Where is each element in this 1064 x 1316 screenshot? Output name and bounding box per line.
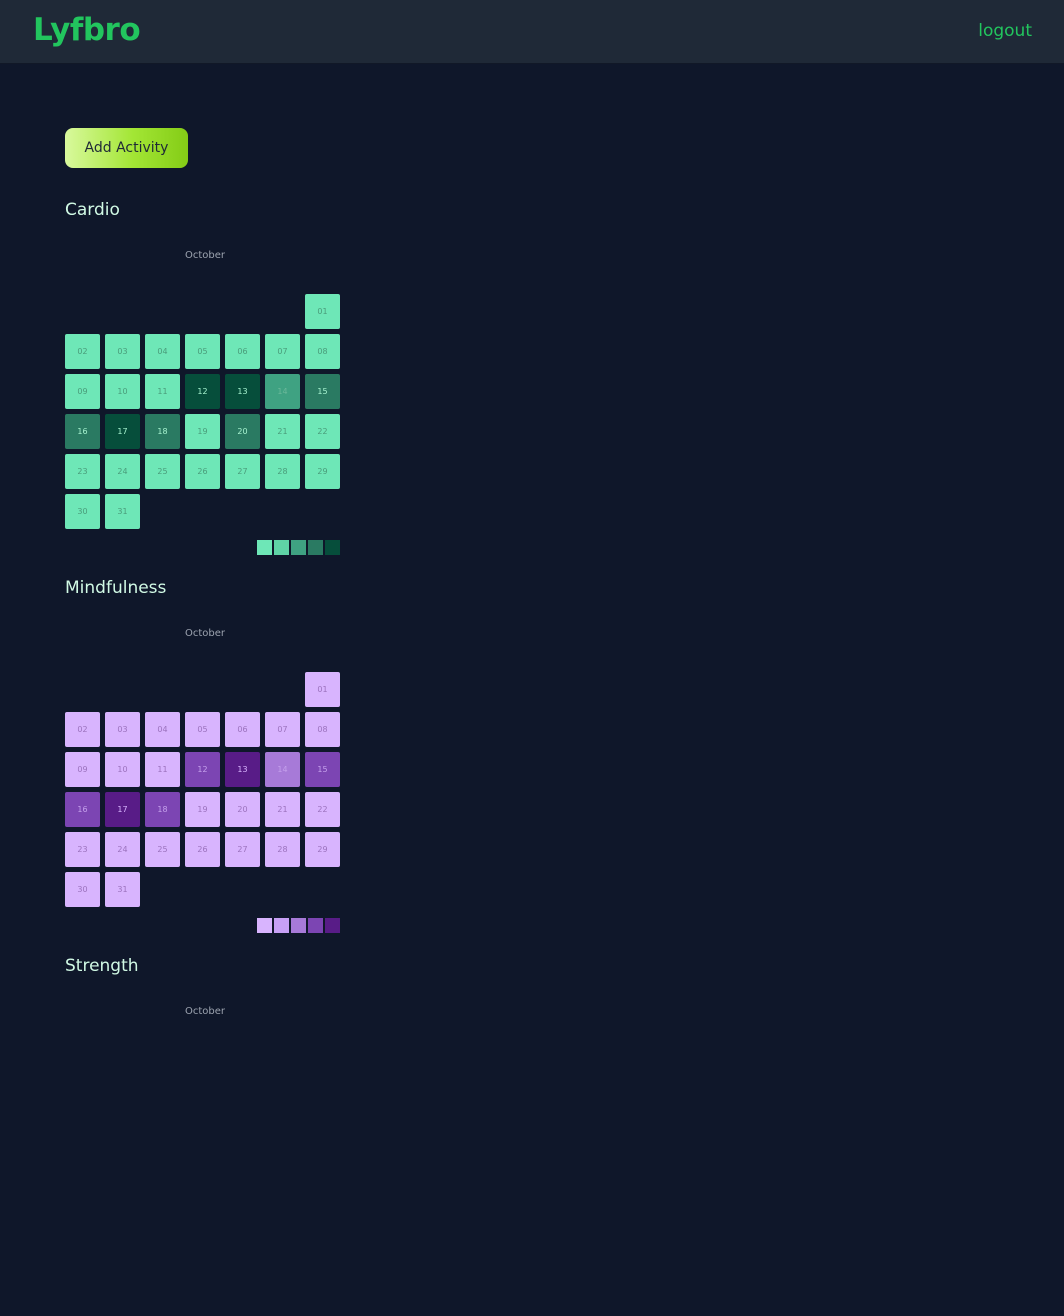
day-cell[interactable]: 03 [105, 712, 140, 747]
section-title: Cardio [65, 200, 120, 220]
section-title: Mindfulness [65, 578, 167, 598]
day-cell[interactable]: 03 [105, 334, 140, 369]
day-cell[interactable]: 13 [225, 752, 260, 787]
day-cell[interactable]: 07 [265, 334, 300, 369]
day-cell[interactable]: 17 [105, 792, 140, 827]
day-cell[interactable]: 15 [305, 374, 340, 409]
day-cell[interactable]: 02 [65, 334, 100, 369]
day-cell[interactable]: 21 [265, 792, 300, 827]
add-activity-button[interactable]: Add Activity [65, 128, 188, 168]
day-cell[interactable]: 30 [65, 494, 100, 529]
day-cell[interactable]: 30 [65, 872, 100, 907]
day-cell[interactable]: 06 [225, 334, 260, 369]
legend-swatch [274, 540, 289, 555]
day-cell[interactable]: 05 [185, 334, 220, 369]
day-cell[interactable]: 10 [105, 374, 140, 409]
legend-swatch [291, 918, 306, 933]
section-title: Strength [65, 956, 139, 976]
legend-swatch [274, 918, 289, 933]
day-cell[interactable]: 26 [185, 832, 220, 867]
legend-swatch [325, 918, 340, 933]
section-mindfulness: Mindfulness October 01 02 03 04 05 06 07 08 09 10 11… [65, 578, 465, 938]
day-cell[interactable]: 07 [265, 712, 300, 747]
day-cell[interactable]: 05 [185, 712, 220, 747]
day-cell[interactable]: 09 [65, 374, 100, 409]
day-cell[interactable]: 08 [305, 334, 340, 369]
day-cell[interactable]: 13 [225, 374, 260, 409]
month-label: October [185, 628, 226, 639]
day-cell[interactable]: 18 [145, 414, 180, 449]
logout-link[interactable]: logout [978, 21, 1032, 41]
day-cell[interactable]: 20 [225, 414, 260, 449]
day-cell[interactable]: 24 [105, 454, 140, 489]
legend-swatch [291, 540, 306, 555]
day-cell[interactable]: 27 [225, 454, 260, 489]
day-cell[interactable]: 21 [265, 414, 300, 449]
day-cell[interactable]: 16 [65, 792, 100, 827]
day-cell[interactable]: 18 [145, 792, 180, 827]
day-cell[interactable]: 25 [145, 454, 180, 489]
day-cell[interactable]: 26 [185, 454, 220, 489]
day-cell[interactable]: 25 [145, 832, 180, 867]
day-cell[interactable]: 22 [305, 414, 340, 449]
day-cell[interactable]: 31 [105, 872, 140, 907]
day-cell[interactable]: 16 [65, 414, 100, 449]
day-cell[interactable]: 02 [65, 712, 100, 747]
day-cell[interactable]: 01 [305, 294, 340, 329]
app-logo[interactable]: Lyfbro [33, 12, 141, 48]
day-cell[interactable]: 15 [305, 752, 340, 787]
day-cell[interactable]: 23 [65, 454, 100, 489]
day-cell[interactable]: 12 [185, 752, 220, 787]
day-cell[interactable]: 19 [185, 414, 220, 449]
day-cell[interactable]: 01 [305, 672, 340, 707]
navbar: Lyfbro logout [0, 0, 1064, 64]
legend-swatch [257, 540, 272, 555]
section-strength: Strength October [65, 956, 465, 1316]
day-cell[interactable]: 04 [145, 712, 180, 747]
day-cell[interactable]: 31 [105, 494, 140, 529]
month-label: October [185, 250, 226, 261]
day-cell[interactable]: 23 [65, 832, 100, 867]
day-cell[interactable]: 09 [65, 752, 100, 787]
day-cell[interactable]: 22 [305, 792, 340, 827]
day-cell[interactable]: 14 [265, 752, 300, 787]
day-cell[interactable]: 10 [105, 752, 140, 787]
day-cell[interactable]: 14 [265, 374, 300, 409]
day-cell[interactable]: 28 [265, 832, 300, 867]
day-cell[interactable]: 28 [265, 454, 300, 489]
day-cell[interactable]: 17 [105, 414, 140, 449]
month-label: October [185, 1006, 226, 1017]
legend-swatch [257, 918, 272, 933]
section-cardio: Cardio October 01 02 03 04 05 06 07 08 09 10 11 12 13 1… [65, 200, 465, 560]
day-cell[interactable]: 08 [305, 712, 340, 747]
day-cell[interactable]: 12 [185, 374, 220, 409]
day-cell[interactable]: 27 [225, 832, 260, 867]
legend-swatch [325, 540, 340, 555]
day-cell[interactable]: 29 [305, 832, 340, 867]
day-cell[interactable]: 06 [225, 712, 260, 747]
day-cell[interactable]: 11 [145, 374, 180, 409]
day-cell[interactable]: 20 [225, 792, 260, 827]
legend-swatch [308, 540, 323, 555]
day-cell[interactable]: 11 [145, 752, 180, 787]
day-cell[interactable]: 04 [145, 334, 180, 369]
legend-swatch [308, 918, 323, 933]
day-cell[interactable]: 29 [305, 454, 340, 489]
day-cell[interactable]: 19 [185, 792, 220, 827]
day-cell[interactable]: 24 [105, 832, 140, 867]
